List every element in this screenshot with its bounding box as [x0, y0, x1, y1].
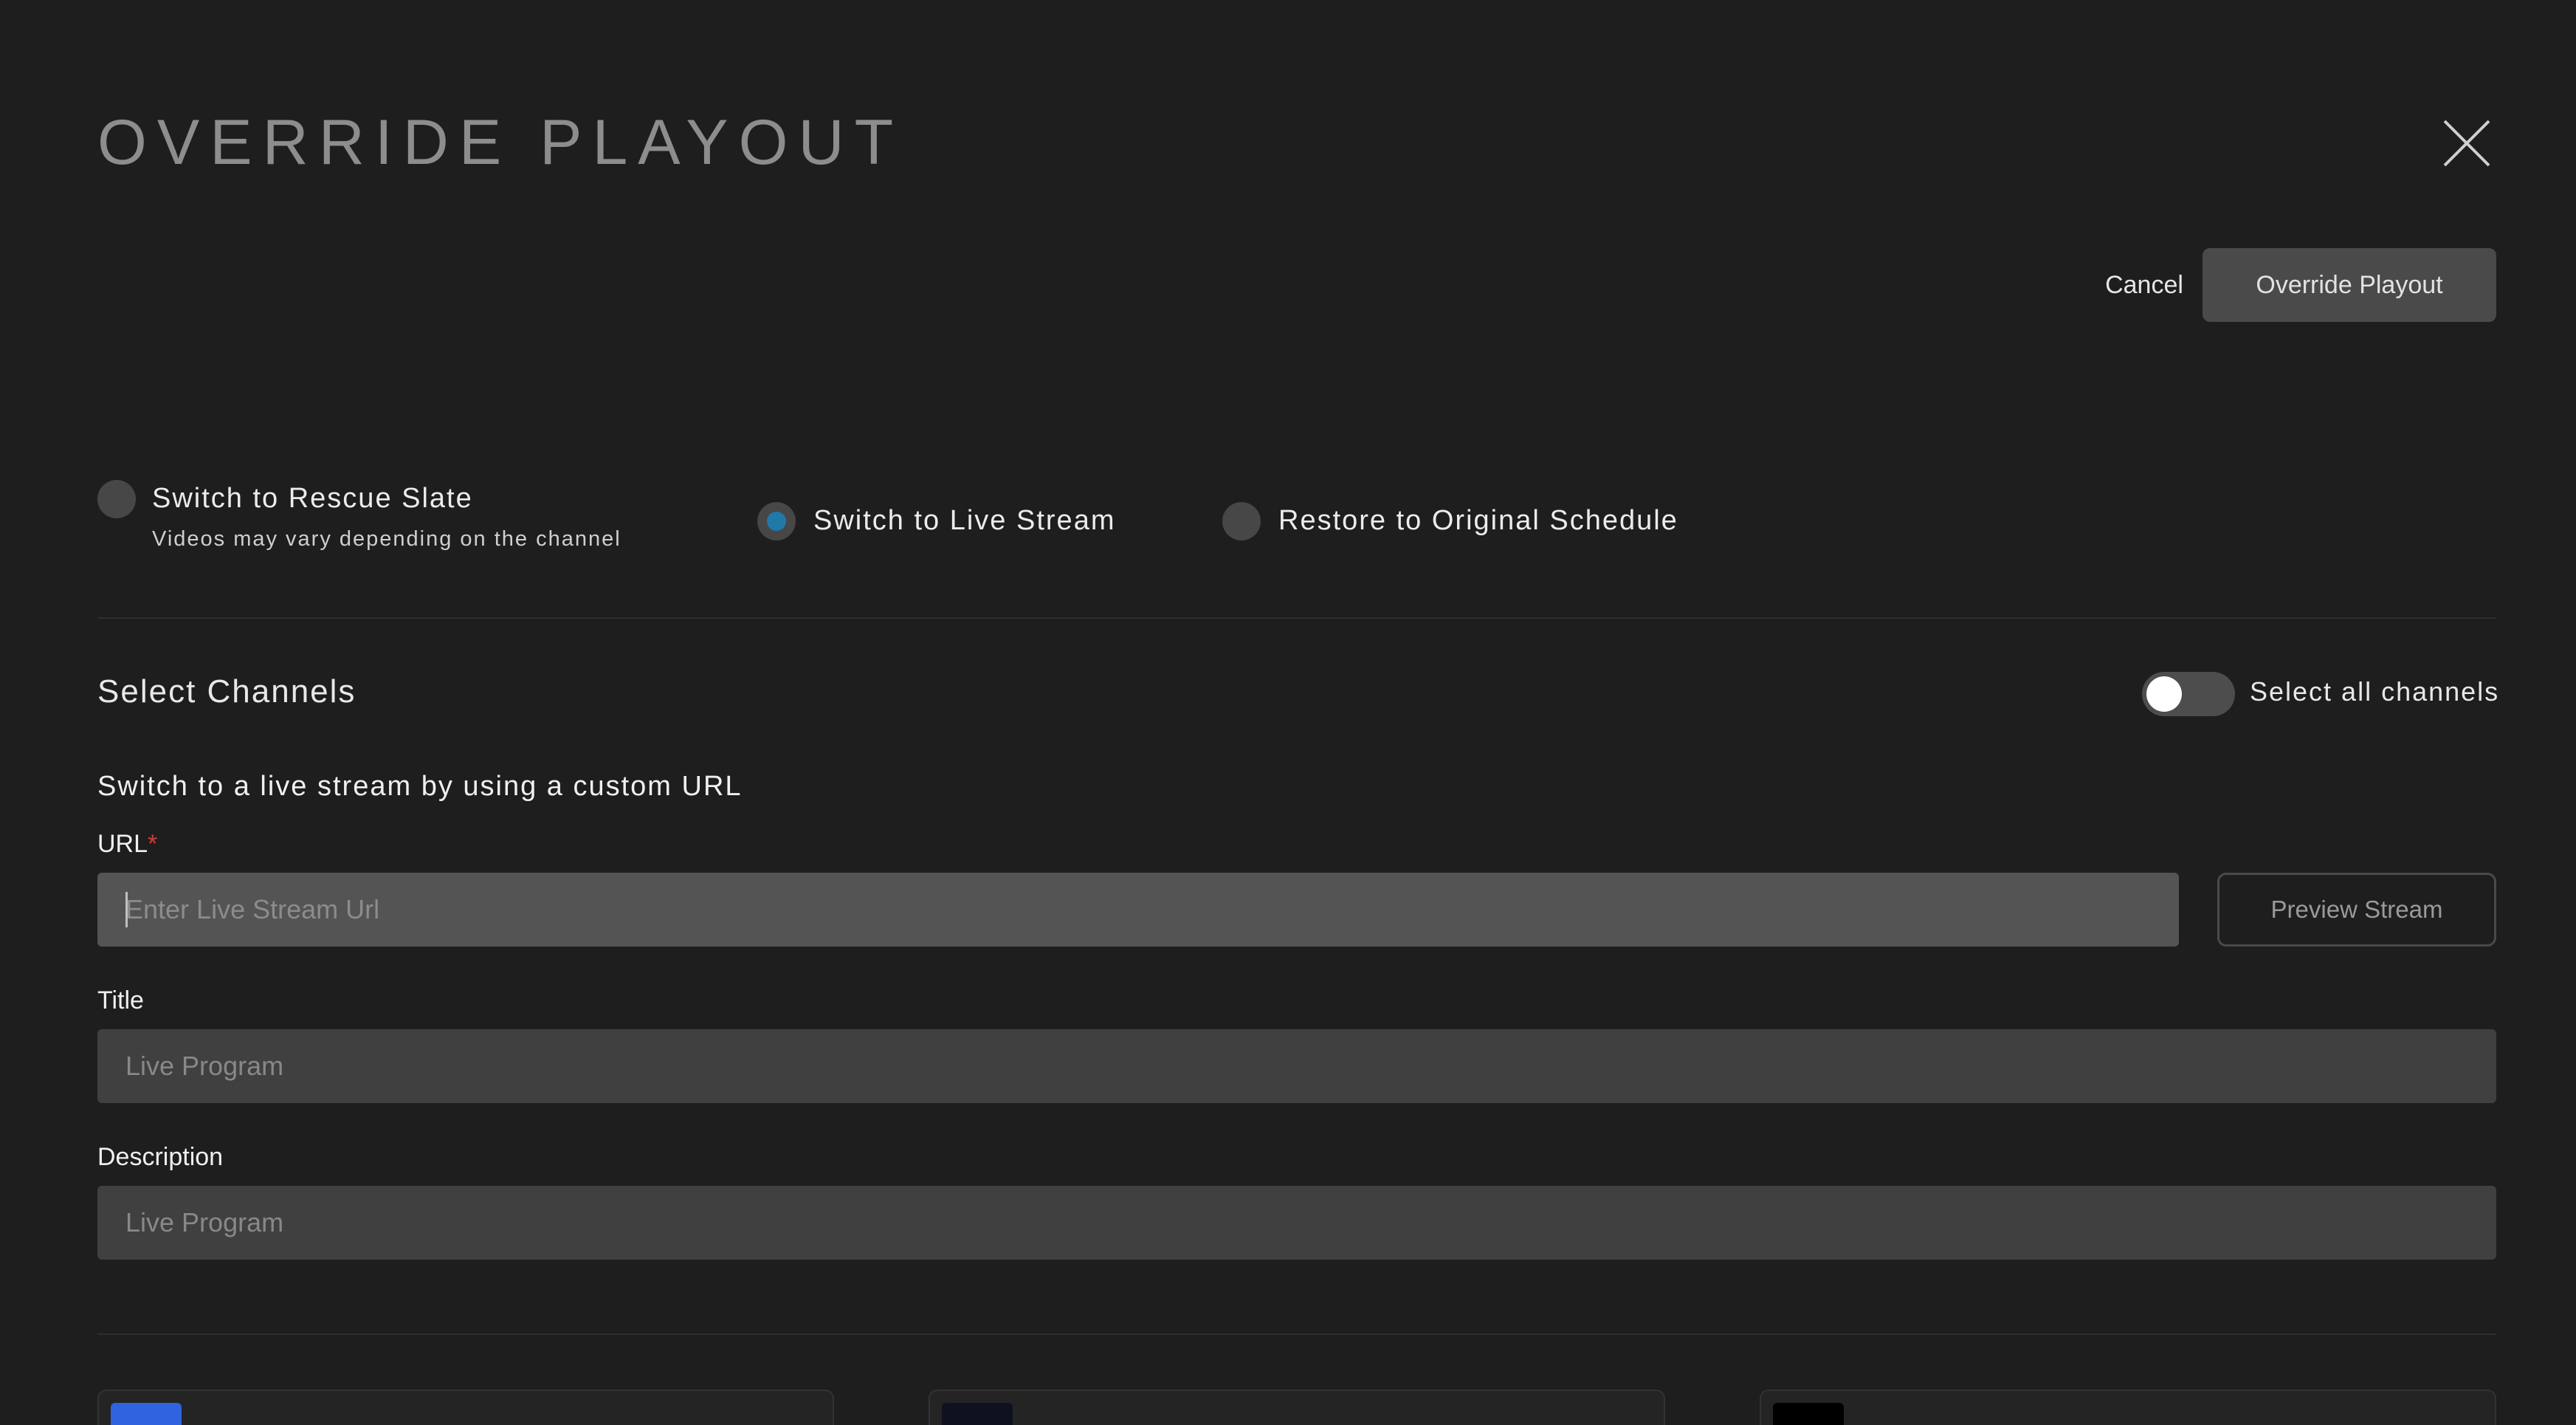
preview-stream-button[interactable]: Preview Stream	[2217, 873, 2496, 947]
url-label-text: URL	[97, 830, 148, 858]
url-label: URL*	[97, 830, 157, 859]
live-stream-heading: Switch to a live stream by using a custo…	[97, 771, 743, 802]
divider	[97, 617, 2496, 619]
url-input[interactable]	[97, 873, 2179, 947]
option-label: Switch to Rescue Slate	[152, 483, 473, 514]
toggle-knob	[2146, 676, 2182, 712]
override-playout-button[interactable]: Override Playout	[2203, 248, 2496, 322]
required-mark: *	[148, 830, 158, 858]
option-sublabel: Videos may vary depending on the channel	[152, 527, 621, 551]
option-rescue-slate[interactable]: Switch to Rescue Slate Videos may vary d…	[97, 480, 658, 561]
radio-button-selected[interactable]	[757, 502, 796, 540]
radio-button[interactable]	[97, 480, 136, 518]
text-caret	[125, 892, 128, 927]
select-all-toggle[interactable]	[2142, 672, 2235, 716]
close-icon	[2443, 120, 2490, 167]
option-label: Restore to Original Schedule	[1278, 505, 1678, 536]
description-label: Description	[97, 1143, 224, 1171]
select-all-label: Select all channels	[2250, 676, 2500, 707]
select-channels-title: Select Channels	[97, 673, 357, 710]
channel-thumbnail	[942, 1403, 1013, 1425]
option-label: Switch to Live Stream	[813, 505, 1116, 536]
title-input[interactable]	[97, 1029, 2496, 1103]
option-live-stream[interactable]: Switch to Live Stream	[757, 502, 1141, 540]
override-playout-modal: OVERRIDE PLAYOUT Cancel Override Playout…	[0, 0, 2576, 1425]
channel-card[interactable]	[97, 1390, 834, 1425]
cancel-button[interactable]: Cancel	[2096, 248, 2192, 322]
radio-button[interactable]	[1222, 502, 1261, 540]
channel-card[interactable]	[929, 1390, 1665, 1425]
divider	[97, 1333, 2496, 1335]
channel-card[interactable]	[1760, 1390, 2496, 1425]
option-restore-schedule[interactable]: Restore to Original Schedule	[1222, 502, 1695, 540]
title-label: Title	[97, 986, 144, 1014]
description-input[interactable]	[97, 1186, 2496, 1260]
page-title: OVERRIDE PLAYOUT	[97, 107, 904, 178]
close-button[interactable]	[2440, 117, 2493, 170]
channel-thumbnail	[1773, 1403, 1844, 1425]
channel-thumbnail	[111, 1403, 182, 1425]
